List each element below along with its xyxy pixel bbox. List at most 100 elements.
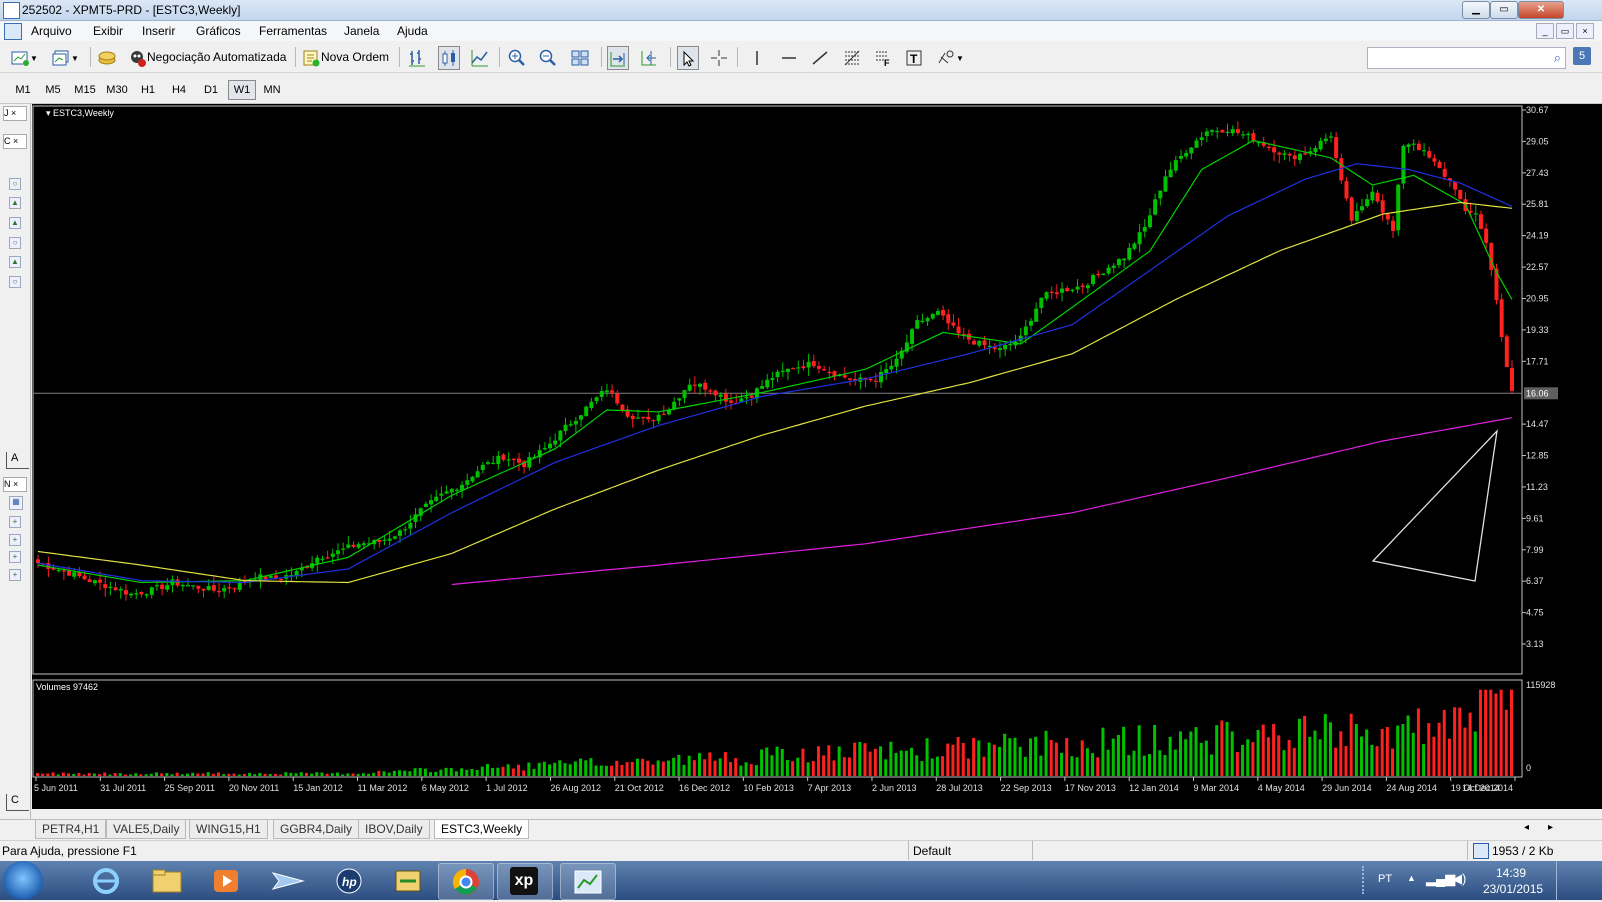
dock-circle-icon[interactable]: ○ [9, 178, 21, 190]
mdi-window-icon[interactable] [4, 23, 22, 40]
bar-chart-button[interactable] [407, 46, 427, 68]
mdi-close-icon[interactable]: × [1576, 23, 1594, 39]
dock-circle-icon[interactable]: ○ [9, 276, 21, 288]
tabs-scroll-left-icon[interactable]: ◂ [1524, 822, 1529, 833]
chart-window[interactable]: ▾ ESTC3,Weekly Volumes 97462 30.67 29.05 27.… [32, 104, 1602, 809]
mdi-minimize-icon[interactable]: _ [1536, 23, 1554, 39]
tab-wing15[interactable]: WING15,H1 [189, 820, 268, 839]
taskbar-media-button[interactable] [200, 863, 254, 898]
clock-date[interactable]: 23/01/2015 [1483, 882, 1543, 896]
taskbar-hp-button[interactable]: hp [322, 863, 376, 898]
volume-bar [666, 760, 670, 776]
taskbar-app4-button[interactable] [261, 863, 315, 898]
candle-chart-button[interactable] [438, 46, 460, 70]
search-input[interactable]: ⌕ [1367, 47, 1566, 69]
tf-h4[interactable]: H4 [165, 80, 193, 100]
tf-m5[interactable]: M5 [39, 80, 67, 100]
crosshair-button[interactable] [709, 46, 729, 68]
tab-petr4[interactable]: PETR4,H1 [35, 820, 107, 839]
expand-node-icon[interactable]: + [9, 569, 21, 581]
volume-icon[interactable]: ◀) [1452, 871, 1466, 887]
auto-trading-button[interactable]: Negociação Automatizada [127, 46, 286, 68]
app-icon [3, 2, 20, 19]
taskbar-metatrader-button[interactable] [560, 863, 616, 900]
menu-inserir[interactable]: Inserir [142, 24, 175, 38]
menu-bar: Arquivo Exibir Inserir Gráficos Ferramen… [0, 21, 1602, 41]
market-watch-button[interactable] [97, 46, 117, 68]
chart-canvas[interactable]: ▾ ESTC3,Weekly Volumes 97462 30.67 29.05 27.… [32, 104, 1602, 809]
menu-ferramentas[interactable]: Ferramentas [259, 24, 327, 38]
dock-up-arrow-icon[interactable]: ▲ [9, 256, 21, 268]
fibonacci-icon [842, 48, 862, 68]
fibonacci-button[interactable] [842, 46, 862, 68]
dock-tab-c[interactable]: C [6, 794, 29, 811]
trendline-button[interactable] [810, 46, 830, 68]
tf-mn[interactable]: MN [258, 80, 286, 100]
network-icon[interactable]: ▂▄▆ [1426, 871, 1455, 887]
text-button[interactable]: T [904, 46, 924, 68]
profiles-button[interactable]: ▼ [51, 46, 79, 68]
maximize-button[interactable]: ▭ [1490, 1, 1518, 19]
fibo-fan-button[interactable]: F [873, 46, 893, 68]
new-order-button[interactable]: Nova Ordem [301, 46, 389, 68]
help-button[interactable]: 5 [1573, 47, 1591, 65]
dock-up-arrow-icon[interactable]: ▲ [9, 197, 21, 209]
candle-body [1241, 134, 1246, 136]
menu-arquivo[interactable]: Arquivo [31, 24, 72, 38]
tf-m15[interactable]: M15 [71, 80, 99, 100]
price-axis-label: 17.71 [1526, 356, 1549, 366]
expand-node-icon[interactable]: + [9, 534, 21, 546]
menu-graficos[interactable]: Gráficos [196, 24, 241, 38]
zoom-in-button[interactable] [507, 46, 527, 68]
expand-node-icon[interactable]: + [9, 516, 21, 528]
dock-tab-a[interactable]: A [6, 452, 29, 469]
autoscroll-button[interactable] [607, 46, 629, 70]
dock-circle-icon[interactable]: ○ [9, 237, 21, 249]
tf-m30[interactable]: M30 [103, 80, 131, 100]
volume-bar [997, 746, 1001, 776]
expand-node-icon[interactable]: + [9, 551, 21, 563]
volume-bar [273, 773, 277, 776]
tab-estc3[interactable]: ESTC3,Weekly [434, 820, 530, 839]
tf-h1[interactable]: H1 [134, 80, 162, 100]
tile-windows-button[interactable] [570, 46, 590, 68]
taskbar-xp-button[interactable]: xp [497, 863, 553, 900]
tf-w1[interactable]: W1 [228, 80, 256, 100]
tab-ibov[interactable]: IBOV,Daily [358, 820, 430, 839]
dock-up-arrow-icon[interactable]: ▲ [9, 217, 21, 229]
new-chart-button[interactable]: ▼ [10, 46, 38, 68]
objects-dropdown-button[interactable]: ▼ [936, 46, 964, 68]
tab-vale5[interactable]: VALE5,Daily [106, 820, 187, 839]
zoom-out-button[interactable] [538, 46, 558, 68]
menu-ajuda[interactable]: Ajuda [397, 24, 428, 38]
navigator-root-icon[interactable]: ▦ [9, 496, 23, 510]
clock-time[interactable]: 14:39 [1496, 866, 1526, 880]
tf-d1[interactable]: D1 [197, 80, 225, 100]
menu-janela[interactable]: Janela [344, 24, 379, 38]
volume-bar [237, 774, 241, 776]
tab-ggbr4[interactable]: GGBR4,Daily [273, 820, 360, 839]
market-watch-tab[interactable]: J × [3, 106, 27, 121]
start-button[interactable] [3, 861, 43, 900]
volume-bar [398, 770, 402, 776]
chart-shift-button[interactable] [639, 46, 659, 68]
minimize-button[interactable]: ▁ [1462, 1, 1490, 19]
tabs-scroll-right-icon[interactable]: ▸ [1548, 822, 1553, 833]
horizontal-line-button[interactable] [779, 46, 799, 68]
taskbar-explorer-button[interactable] [140, 863, 194, 898]
close-button[interactable]: ✕ [1518, 1, 1564, 19]
data-window-tab[interactable]: C × [3, 134, 27, 149]
vertical-line-button[interactable] [747, 46, 767, 68]
candle-body [842, 375, 847, 378]
language-indicator[interactable]: PT [1378, 873, 1392, 885]
cursor-button[interactable] [677, 46, 699, 70]
menu-exibir[interactable]: Exibir [93, 24, 123, 38]
tray-show-hidden-icon[interactable]: ▲ [1407, 873, 1416, 883]
navigator-tab[interactable]: N × [3, 477, 27, 492]
line-chart-button[interactable] [470, 46, 490, 68]
tf-m1[interactable]: M1 [9, 80, 37, 100]
taskbar-ie-button[interactable] [79, 863, 133, 898]
taskbar-app6-button[interactable] [382, 863, 436, 898]
taskbar-chrome-button[interactable] [438, 863, 494, 900]
mdi-restore-icon[interactable]: ▭ [1556, 23, 1574, 39]
